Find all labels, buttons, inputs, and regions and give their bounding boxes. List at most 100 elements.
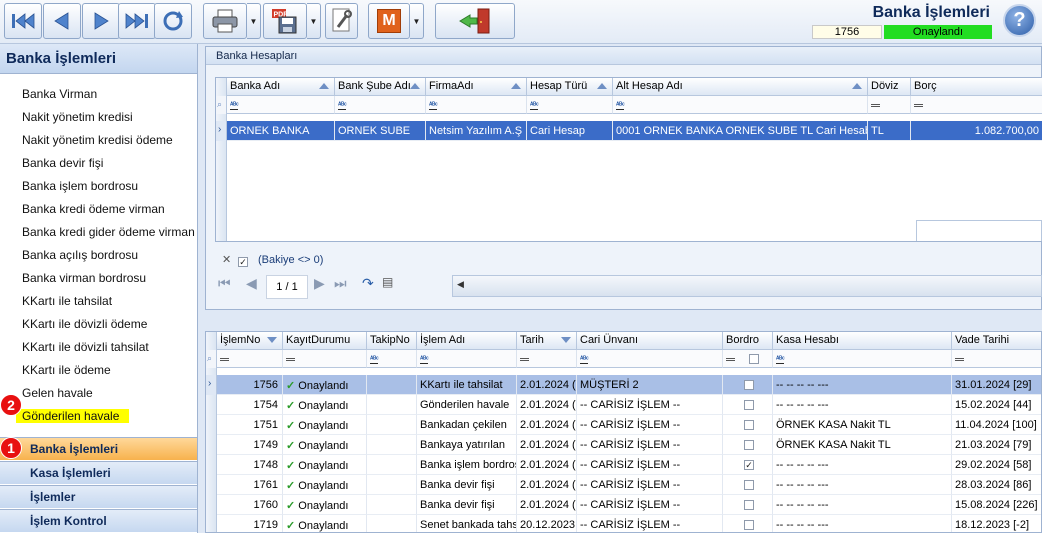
pager-export-icon[interactable]: ▤ [382,275,393,289]
pager-last-icon[interactable]: ⏭ [334,275,347,292]
table-cell[interactable]: -- CARİSİZ İŞLEM -- [577,495,723,515]
filter-cell[interactable] [517,350,577,368]
column-header[interactable]: Bordro [723,332,773,350]
table-cell[interactable]: Cari Hesap [527,121,613,141]
table-cell[interactable] [723,515,773,532]
table-cell[interactable]: 2.01.2024 ( [517,375,577,395]
filter-cell[interactable] [217,350,283,368]
last-record-button[interactable] [118,3,156,39]
table-cell[interactable]: 1748 [217,455,283,475]
table-cell[interactable]: 20.12.2023 [517,515,577,532]
bordro-checkbox[interactable]: ✓ [744,460,754,471]
m-button[interactable]: M [368,3,410,39]
table-cell[interactable]: -- -- -- -- --- [773,455,952,475]
table-cell[interactable]: 2.01.2024 ( [517,475,577,495]
table-cell[interactable] [723,375,773,395]
next-record-button[interactable] [82,3,120,39]
bordro-checkbox[interactable] [744,480,754,491]
table-cell[interactable]: 21.03.2024 [79] [952,435,1041,455]
filter-cell[interactable]: ᴬᴮᶜ [577,350,723,368]
table-cell[interactable] [367,435,417,455]
table-cell[interactable] [723,475,773,495]
export-pdf-button[interactable]: PDF [263,3,307,39]
column-header[interactable]: Cari Ünvanı [577,332,723,350]
table-cell[interactable]: 1761 [217,475,283,495]
table-cell[interactable]: Netsim Yazılım A.Ş [426,121,527,141]
table-cell[interactable]: MÜŞTERİ 2 [577,375,723,395]
table-cell[interactable]: Gönderilen havale [417,395,517,415]
table-cell[interactable] [367,455,417,475]
table-cell[interactable]: ORNEK SUBE [335,121,426,141]
first-record-button[interactable] [4,3,42,39]
sidebar-item[interactable]: Nakit yönetim kredisi ödeme [22,133,173,147]
table-cell[interactable] [367,375,417,395]
table-cell[interactable]: 2.01.2024 ( [517,395,577,415]
column-header[interactable]: Hesap Türü [527,78,613,96]
bordro-checkbox[interactable] [744,500,754,511]
table-cell[interactable]: 1719 [217,515,283,532]
bordro-checkbox[interactable] [744,420,754,431]
table-cell[interactable]: KKartı ile tahsilat [417,375,517,395]
nav-group-islemler[interactable]: İşlemler [0,485,197,508]
table-cell[interactable]: Senet bankada tahs [417,515,517,532]
clear-filter-icon[interactable]: ✕ [222,253,231,266]
sidebar-item[interactable]: Banka işlem bordrosu [22,179,138,193]
table-cell[interactable]: ÖRNEK KASA Nakit TL [773,415,952,435]
horizontal-scrollbar[interactable]: ◀ [452,275,1042,297]
bordro-checkbox[interactable] [744,520,754,531]
sidebar-item[interactable]: Banka virman bordrosu [22,271,146,285]
sidebar-item[interactable]: Banka devir fişi [22,156,103,170]
nav-group-kasa-islemleri[interactable]: Kasa İşlemleri [0,461,197,484]
sidebar-item[interactable]: Banka kredi gider ödeme virman [22,225,195,239]
filter-cell[interactable]: ᴬᴮᶜ [613,96,868,114]
sidebar-item[interactable]: Banka Virman [22,87,97,101]
sidebar-item[interactable]: Gönderilen havale [16,409,130,423]
sidebar-item[interactable]: Banka açılış bordrosu [22,248,138,262]
table-cell[interactable]: 0001 ORNEK BANKA ORNEK SUBE TL Cari Hesa… [613,121,868,141]
column-header[interactable]: Alt Hesap Adı [613,78,868,96]
column-header[interactable]: İşlem Adı [417,332,517,350]
pager-next-icon[interactable]: ▶ [314,275,325,292]
table-cell[interactable] [723,415,773,435]
table-cell[interactable]: 2.01.2024 ( [517,495,577,515]
table-cell[interactable]: ✓ [723,455,773,475]
table-cell[interactable]: ✓ Onaylandı [283,495,367,515]
filter-cell[interactable]: ᴬᴮᶜ [426,96,527,114]
table-cell[interactable]: 2.01.2024 ( [517,455,577,475]
column-header[interactable]: Banka Adı [227,78,335,96]
table-cell[interactable]: 28.03.2024 [86] [952,475,1041,495]
table-cell[interactable]: TL [868,121,911,141]
table-cell[interactable]: -- CARİSİZ İŞLEM -- [577,395,723,415]
column-header[interactable]: KayıtDurumu [283,332,367,350]
table-cell[interactable] [723,395,773,415]
exit-button[interactable] [435,3,515,39]
table-cell[interactable]: ✓ Onaylandı [283,475,367,495]
previous-record-button[interactable] [43,3,81,39]
table-cell[interactable]: 11.04.2024 [100] [952,415,1041,435]
table-cell[interactable]: 29.02.2024 [58] [952,455,1041,475]
filter-cell[interactable] [723,350,773,368]
column-header[interactable]: TakipNo [367,332,417,350]
table-cell[interactable]: ORNEK BANKA [227,121,335,141]
table-cell[interactable]: -- -- -- -- --- [773,495,952,515]
table-cell[interactable]: 18.12.2023 [-2] [952,515,1041,532]
table-cell[interactable]: Bankaya yatırılan [417,435,517,455]
column-header[interactable]: Borç [911,78,1042,96]
filter-cell[interactable]: ᴬᴮᶜ [527,96,613,114]
table-cell[interactable] [367,475,417,495]
table-cell[interactable]: Banka devir fişi [417,475,517,495]
filter-cell[interactable]: ᴬᴮᶜ [417,350,517,368]
table-cell[interactable]: -- -- -- -- --- [773,515,952,532]
table-cell[interactable] [723,435,773,455]
filter-cell[interactable]: ᴬᴮᶜ [367,350,417,368]
table-cell[interactable]: ✓ Onaylandı [283,375,367,395]
table-cell[interactable]: ÖRNEK KASA Nakit TL [773,435,952,455]
sidebar-item[interactable]: Banka kredi ödeme virman [22,202,165,216]
filter-cell[interactable]: ᴬᴮᶜ [335,96,426,114]
bordro-checkbox[interactable] [744,380,754,391]
pager-refresh-icon[interactable]: ↷ [362,275,374,292]
table-cell[interactable] [367,415,417,435]
filter-cell[interactable]: ᴬᴮᶜ [227,96,335,114]
filter-cell[interactable] [868,96,911,114]
table-cell[interactable]: 1749 [217,435,283,455]
